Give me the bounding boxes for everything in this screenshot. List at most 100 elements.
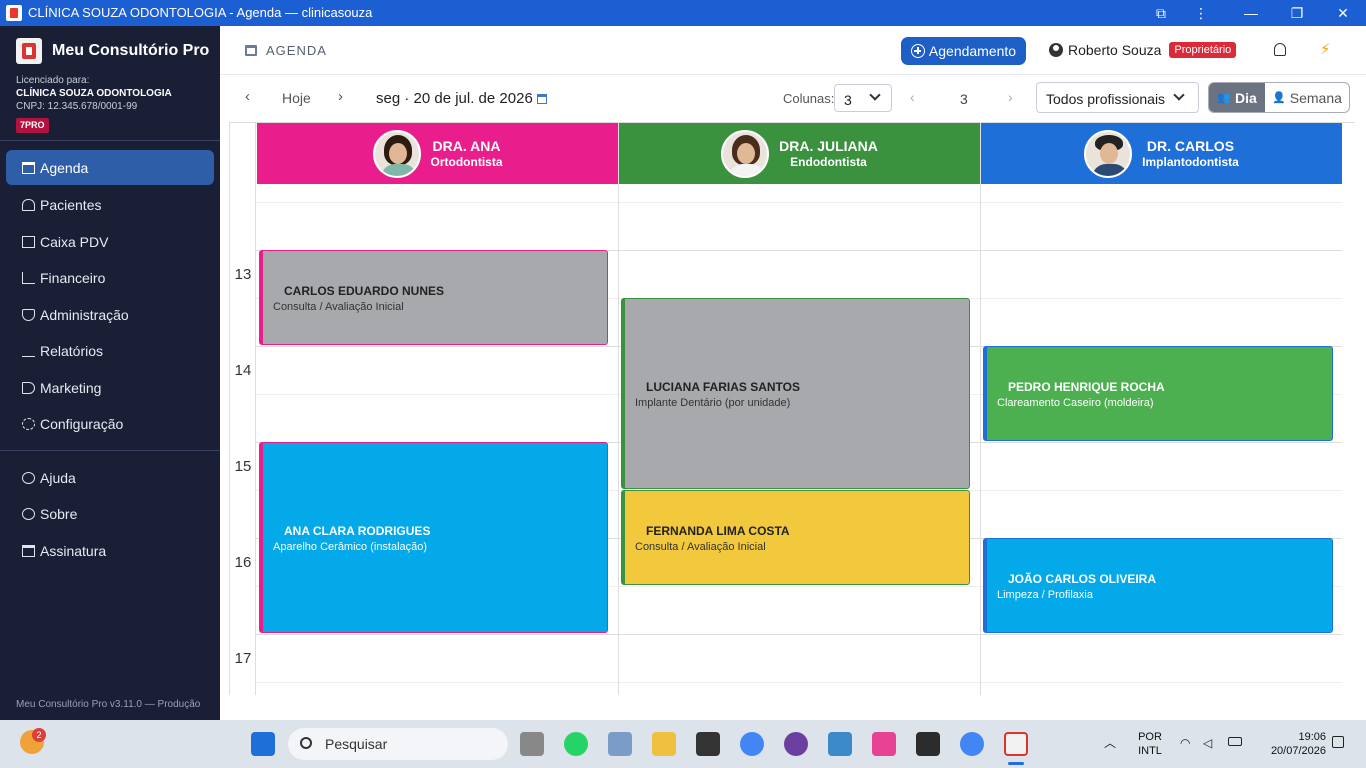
previous-page-button[interactable]: ‹ (910, 89, 915, 105)
appointment-card[interactable]: FERNANDA LIMA COSTA Consulta / Avaliação… (621, 490, 970, 585)
patient-name: ANA CLARA RODRIGUES (284, 524, 431, 538)
patient-name: PEDRO HENRIQUE ROCHA (1008, 380, 1165, 394)
patient-name: CARLOS EDUARDO NUNES (284, 284, 445, 298)
recorder-icon[interactable] (696, 732, 720, 756)
gear-icon (22, 417, 35, 430)
service-name: Clareamento Caseiro (moldeira) (997, 397, 1154, 409)
half-hour-line (256, 682, 1342, 683)
volume-icon[interactable]: ◁ (1203, 736, 1212, 750)
battery-icon[interactable] (1228, 737, 1242, 746)
meu-consultorio-app-icon[interactable] (1004, 732, 1028, 756)
sidebar-item-marketing[interactable]: Marketing (6, 370, 214, 405)
taskbar: 2 Pesquisar ︿ POR INTL ◠ ◁ 19:06 20/07/2… (0, 720, 1366, 768)
brand[interactable]: Meu Consultório Pro (16, 36, 209, 66)
clock-date: 20/07/2026 (1270, 745, 1326, 757)
sidebar-item-sobre[interactable]: Sobre (6, 496, 214, 531)
sidebar-item-label: Ajuda (40, 469, 76, 486)
iptv-icon[interactable] (784, 732, 808, 756)
sidebar-item-agenda[interactable]: Agenda (6, 150, 214, 185)
search-icon (300, 737, 312, 749)
patient-name: FERNANDA LIMA COSTA (646, 524, 790, 538)
clock[interactable]: 19:06 20/07/2026 (1258, 730, 1326, 758)
sidebar-item-label: Caixa PDV (40, 233, 109, 250)
appointment-card[interactable]: LUCIANA FARIAS SANTOS Implante Dentário … (621, 298, 970, 489)
user-menu[interactable]: Roberto Souza Proprietário (1049, 42, 1237, 58)
professional-filter[interactable]: Todos profissionais (1036, 82, 1199, 113)
columns-select[interactable]: 3 (834, 84, 892, 112)
minimize-button[interactable]: — (1228, 0, 1274, 26)
chrome-icon[interactable] (740, 732, 764, 756)
sidebar-item-pacientes[interactable]: Pacientes (6, 187, 214, 222)
next-day-button[interactable]: › (338, 88, 343, 105)
whatsapp-icon[interactable] (564, 732, 588, 756)
professional-header-juliana[interactable]: DRA. JULIANA Endodontista (619, 123, 980, 184)
view-day-button[interactable]: 👥 Dia (1209, 83, 1265, 112)
professional-name: DRA. JULIANA (779, 138, 878, 154)
appointment-card[interactable]: JOÃO CARLOS OLIVEIRA Limpeza / Profilaxi… (983, 538, 1333, 633)
avatar (372, 129, 421, 178)
sidebar-item-configuracao[interactable]: Configuração (6, 406, 214, 441)
chevron-down-icon (1173, 89, 1185, 101)
page-number: 3 (960, 91, 968, 107)
column-divider (980, 123, 981, 695)
task-view-icon[interactable] (520, 732, 544, 756)
patient-name: LUCIANA FARIAS SANTOS (646, 380, 801, 394)
bell-icon[interactable] (1274, 43, 1286, 56)
hour-label: 14 (234, 362, 252, 379)
view-toggle: 👥 Dia 👤 Semana (1208, 82, 1350, 113)
windows-start-icon[interactable] (251, 732, 275, 756)
appointment-card[interactable]: ANA CLARA RODRIGUES Aparelho Cerâmico (i… (259, 442, 608, 633)
user-name: Roberto Souza (1068, 42, 1162, 58)
columns-value: 3 (844, 92, 852, 108)
more-options-icon[interactable]: ⋮ (1178, 0, 1224, 26)
sidebar-item-label: Sobre (40, 505, 78, 522)
notifications-icon[interactable] (1332, 736, 1344, 748)
sidebar-item-administracao[interactable]: Administração (6, 297, 214, 332)
appointment-card[interactable]: PEDRO HENRIQUE ROCHA Clareamento Caseiro… (983, 346, 1333, 441)
service-name: Aparelho Cerâmico (instalação) (273, 541, 428, 553)
calendar-toolbar: ‹ Hoje › seg · 20 de jul. de 2026 Coluna… (220, 75, 1366, 122)
sidebar-item-financeiro[interactable]: Financeiro (6, 260, 214, 295)
license-info: Licenciado para: CLÍNICA SOUZA ODONTOLOG… (16, 74, 172, 133)
app-icon (6, 5, 22, 21)
today-button[interactable]: Hoje (282, 90, 311, 106)
wifi-icon[interactable]: ◠ (1180, 736, 1190, 750)
professional-header-ana[interactable]: DRA. ANA Ortodontista (257, 123, 618, 184)
lightning-icon[interactable]: ⚡ (1320, 40, 1331, 58)
photos-icon[interactable] (608, 732, 632, 756)
file-explorer-icon[interactable] (652, 732, 676, 756)
appointment-card[interactable]: CARLOS EDUARDO NUNES Consulta / Avaliaçã… (259, 250, 608, 345)
maximize-button[interactable]: ❐ (1274, 0, 1320, 26)
taskbar-search[interactable]: Pesquisar (288, 728, 508, 760)
close-button[interactable]: ✕ (1320, 0, 1366, 26)
chrome-icon[interactable] (960, 732, 984, 756)
new-appointment-button[interactable]: Agendamento (901, 37, 1026, 65)
sidebar-item-relatorios[interactable]: Relatórios (6, 333, 214, 368)
calendar-icon (245, 45, 257, 56)
scissors-app-icon[interactable] (872, 732, 896, 756)
current-date[interactable]: seg · 20 de jul. de 2026 (376, 90, 547, 107)
new-appointment-label: Agendamento (928, 43, 1017, 59)
calendar-icon (22, 161, 35, 174)
sidebar-item-label: Configuração (40, 415, 124, 432)
sidebar-item-assinatura[interactable]: Assinatura (6, 533, 214, 568)
hour-label: 17 (234, 650, 252, 667)
calendar-picker-icon[interactable] (536, 94, 547, 104)
chevron-up-icon[interactable]: ︿ (1104, 734, 1116, 751)
notification-badge: 2 (32, 728, 46, 742)
sidebar-item-caixa-pdv[interactable]: Caixa PDV (6, 224, 214, 259)
language-indicator[interactable]: POR INTL (1136, 730, 1164, 758)
columns-label: Colunas: (783, 91, 835, 106)
clock-time: 19:06 (1298, 731, 1326, 743)
view-week-button[interactable]: 👤 Semana (1265, 83, 1349, 112)
keyboard-layout: INTL (1138, 745, 1162, 757)
sidebar-item-ajuda[interactable]: Ajuda (6, 460, 214, 495)
next-page-button[interactable]: › (1008, 89, 1013, 105)
sidebar-item-label: Relatórios (40, 342, 104, 359)
previous-day-button[interactable]: ‹ (245, 88, 250, 105)
service-name: Consulta / Avaliação Inicial (273, 301, 404, 313)
remote-desktop-icon[interactable] (828, 732, 852, 756)
chevron-down-icon (869, 89, 881, 101)
professional-header-carlos[interactable]: DR. CARLOS Implantodontista (981, 123, 1342, 184)
terminal-icon[interactable] (916, 732, 940, 756)
